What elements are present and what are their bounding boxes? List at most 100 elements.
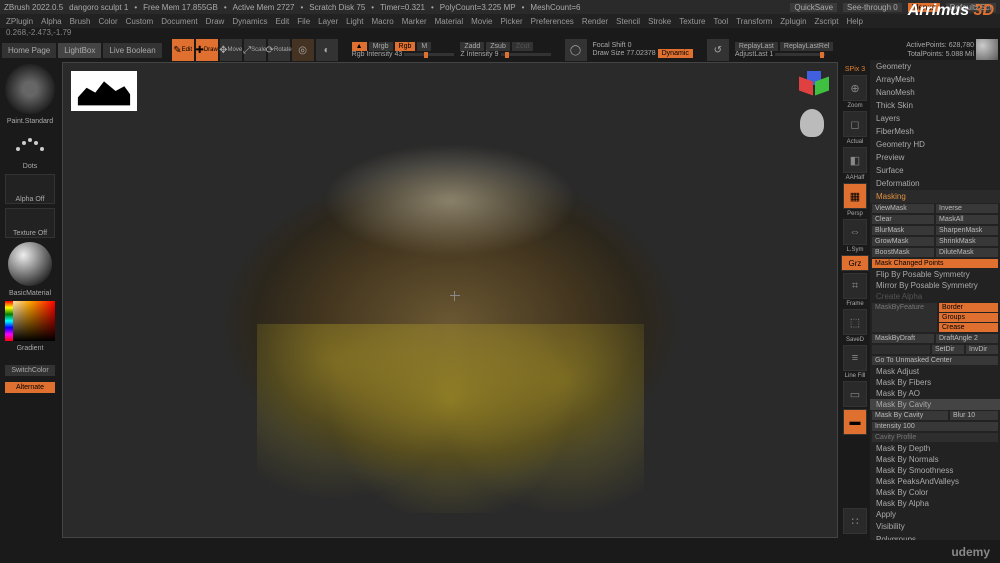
menu-item[interactable]: Edit [275,17,289,26]
brush-preview[interactable] [5,64,55,114]
tab-liveboolean[interactable]: Live Boolean [103,43,161,58]
section-masking[interactable]: Masking [870,190,1000,203]
menu-item[interactable]: Render [582,17,608,26]
border-button[interactable]: Border [939,303,998,312]
menu-item[interactable]: Help [847,17,863,26]
menu-item[interactable]: Color [99,17,118,26]
scale-mode-button[interactable]: ⤢Scale [244,39,266,61]
linefill-button[interactable]: ≡ [843,345,867,371]
mask-by-normals[interactable]: Mask By Normals [870,454,1000,465]
boostmask-button[interactable]: BoostMask [872,248,934,257]
menu-item[interactable]: Layer [318,17,338,26]
tool-extra-3[interactable]: ∷ [843,508,867,534]
lsym-button[interactable]: ⇔ [843,219,867,245]
aahalf-button[interactable]: ◧ [843,147,867,173]
mrgb-toggle[interactable]: ▲ [352,42,367,51]
groups-button[interactable]: Groups [939,313,998,322]
adjustlast-slider[interactable] [775,53,825,56]
section-arraymesh[interactable]: ArrayMesh [870,73,1000,86]
cavity-profile-button[interactable]: Cavity Profile [872,433,998,442]
menu-item[interactable]: Texture [679,17,705,26]
growmask-button[interactable]: GrowMask [872,237,934,246]
section-geometry[interactable]: Geometry [870,60,1000,73]
blur-field[interactable]: Blur 10 [950,411,998,420]
draftangle-field[interactable]: DraftAngle 2 [936,334,998,343]
texture-slot[interactable]: Texture Off [5,208,55,238]
crease-button[interactable]: Crease [939,323,998,332]
inverse-button[interactable]: Inverse [936,204,998,213]
dilutemask-button[interactable]: DiluteMask [936,248,998,257]
sculptris-button[interactable]: ◐ [316,39,338,61]
section-polygroups[interactable]: Polygroups [870,533,1000,540]
camera-head-icon[interactable] [795,107,829,147]
section-preview[interactable]: Preview [870,151,1000,164]
rgb-intensity-slider[interactable] [404,53,454,56]
menu-item[interactable]: File [297,17,310,26]
replaylast-button[interactable]: ReplayLast [735,42,778,51]
section-visibility[interactable]: Visibility [870,520,1000,533]
persp-button[interactable]: ▦ [843,183,867,209]
blurmask-button[interactable]: BlurMask [872,226,934,235]
xyz-button[interactable]: Grz [841,255,869,271]
quicksave-button[interactable]: QuickSave [790,3,837,12]
menu-item[interactable]: Stencil [616,17,640,26]
menu-item[interactable]: Marker [402,17,427,26]
menu-item[interactable]: Movie [471,17,492,26]
section-geometryhd[interactable]: Geometry HD [870,138,1000,151]
mask-peaks-valleys[interactable]: Mask PeaksAndValleys [870,476,1000,487]
flip-posable-button[interactable]: Flip By Posable Symmetry [870,269,1000,280]
gizmo-button[interactable]: ◎ [292,39,314,61]
mask-adjust-button[interactable]: Mask Adjust [870,366,1000,377]
tool-extra-2[interactable]: ▬ [843,409,867,435]
zoom-button[interactable]: ⊕ [843,75,867,101]
menu-item[interactable]: Draw [206,17,225,26]
m-button[interactable]: M [417,42,431,51]
mask-by-color[interactable]: Mask By Color [870,487,1000,498]
menu-item[interactable]: Alpha [41,17,61,26]
section-surface[interactable]: Surface [870,164,1000,177]
rgb-button[interactable]: Rgb [395,42,416,51]
menu-item[interactable]: Zscript [815,17,839,26]
mirror-posable-button[interactable]: Mirror By Posable Symmetry [870,280,1000,291]
menu-item[interactable]: Brush [70,17,91,26]
color-picker[interactable] [5,301,55,341]
gradient-label[interactable]: Gradient [4,345,56,352]
axis-gizmo[interactable] [799,71,829,101]
dynamic-toggle[interactable]: Dynamic [658,49,693,58]
mrgb-button[interactable]: Mrgb [369,42,393,51]
viewport-canvas[interactable] [62,62,838,538]
mask-by-fibers[interactable]: Mask By Fibers [870,377,1000,388]
menu-item[interactable]: Stroke [648,17,671,26]
section-nanomesh[interactable]: NanoMesh [870,86,1000,99]
invdir-button[interactable]: InvDir [966,345,998,354]
section-thickskin[interactable]: Thick Skin [870,99,1000,112]
tab-lightbox[interactable]: LightBox [58,43,101,58]
switchcolor-button[interactable]: SwitchColor [5,365,55,376]
menu-item[interactable]: Preferences [531,17,574,26]
viewmask-button[interactable]: ViewMask [872,204,934,213]
tool-extra-1[interactable]: ▭ [843,381,867,407]
menu-item[interactable]: Tool [713,17,728,26]
z-intensity-slider[interactable] [501,53,551,56]
move-mode-button[interactable]: ✥Move [220,39,242,61]
maskbydraft-button[interactable]: MaskByDraft [872,334,934,343]
menu-item[interactable]: Light [346,17,363,26]
shrinkmask-button[interactable]: ShrinkMask [936,237,998,246]
frame-button[interactable]: ⌗ [843,273,867,299]
mask-by-alpha[interactable]: Mask By Alpha [870,498,1000,509]
menu-item[interactable]: Dynamics [232,17,267,26]
rotate-mode-button[interactable]: ⟳Rotate [268,39,290,61]
menu-item[interactable]: Transform [736,17,772,26]
material-preview[interactable] [8,242,52,286]
menu-item[interactable]: Picker [500,17,522,26]
intensity-slider[interactable]: Intensity 100 [872,422,998,431]
setdir-button[interactable]: SetDir [932,345,964,354]
go-unmasked-button[interactable]: Go To Unmasked Center [872,356,998,365]
actual-button[interactable]: ◻ [843,111,867,137]
mask-changed-points-button[interactable]: Mask Changed Points [872,259,998,268]
zsub-button[interactable]: Zsub [486,42,510,51]
section-layers[interactable]: Layers [870,112,1000,125]
zcut-button[interactable]: Zcut [512,42,534,51]
saved-button[interactable]: ⬚ [843,309,867,335]
zadd-button[interactable]: Zadd [460,42,484,51]
